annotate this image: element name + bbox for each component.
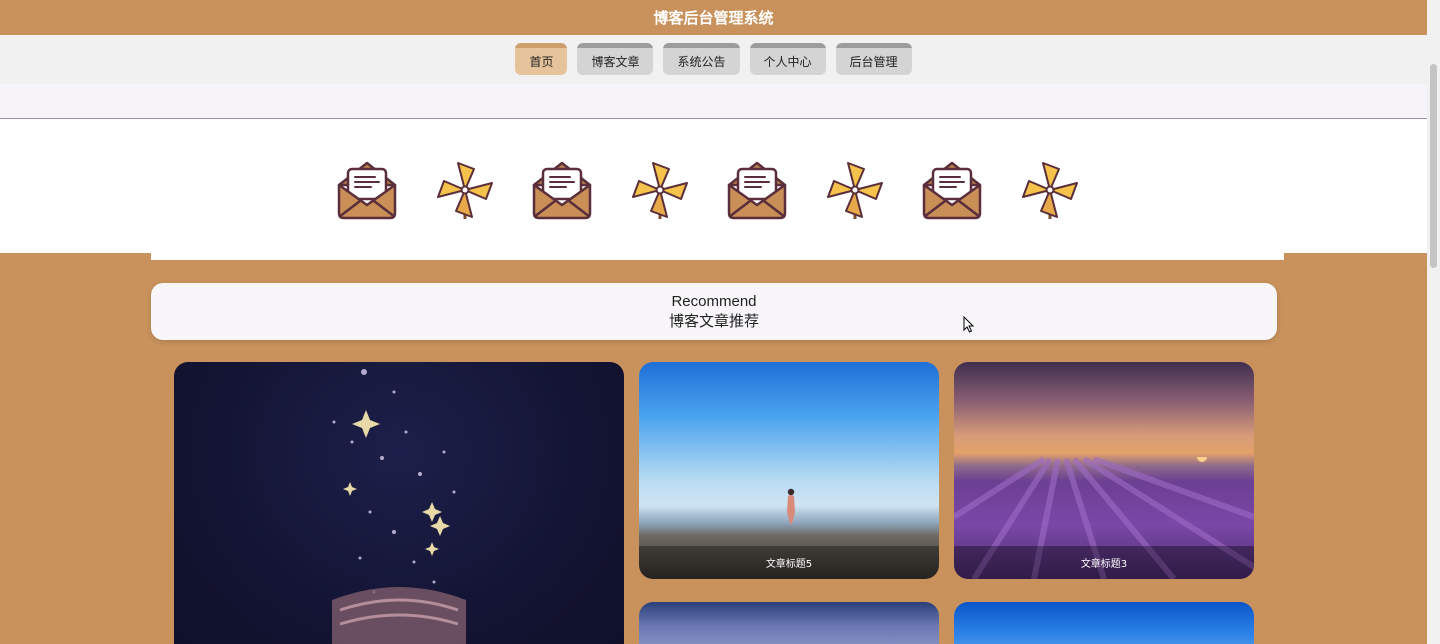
article-card[interactable] bbox=[639, 602, 939, 644]
article-card[interactable]: 文章标题5 bbox=[639, 362, 939, 579]
pinwheel-icon bbox=[826, 162, 883, 219]
envelope-icon bbox=[337, 161, 397, 220]
vertical-scrollbar[interactable] bbox=[1427, 0, 1440, 644]
recommend-title-zh: 博客文章推荐 bbox=[668, 311, 759, 330]
envelope-icon bbox=[727, 161, 787, 220]
nav-blog-articles[interactable]: 博客文章 bbox=[577, 43, 654, 75]
recommend-heading: Recommend 博客文章推荐 bbox=[151, 283, 1277, 340]
article-card[interactable] bbox=[954, 602, 1254, 644]
article-title: 文章标题5 bbox=[639, 546, 939, 579]
nav-announcements[interactable]: 系统公告 bbox=[663, 43, 740, 75]
site-header: 博客后台管理系统 bbox=[0, 0, 1427, 35]
envelope-icon bbox=[922, 161, 982, 220]
nav-personal-center[interactable]: 个人中心 bbox=[749, 43, 826, 75]
article-card[interactable]: 文章标题3 bbox=[954, 362, 1254, 579]
recommend-title-en: Recommend bbox=[671, 292, 757, 310]
site-title: 博客后台管理系统 bbox=[653, 9, 774, 27]
star-jar-image bbox=[332, 369, 466, 644]
mouse-cursor-icon bbox=[963, 316, 975, 333]
main-nav: 首页 博客文章 系统公告 个人中心 后台管理 bbox=[0, 35, 1427, 84]
icon-strip bbox=[0, 119, 1427, 253]
article-card-featured[interactable] bbox=[174, 362, 624, 644]
article-title: 文章标题3 bbox=[954, 546, 1254, 579]
nav-home[interactable]: 首页 bbox=[515, 43, 568, 75]
pinwheel-icon bbox=[436, 162, 493, 219]
divider-band bbox=[0, 84, 1427, 119]
envelope-icon bbox=[532, 161, 592, 220]
pinwheel-icon bbox=[1021, 162, 1078, 219]
nav-admin[interactable]: 后台管理 bbox=[835, 43, 912, 75]
icon-strip-bottom bbox=[151, 253, 1284, 260]
scrollbar-thumb[interactable] bbox=[1430, 64, 1437, 268]
page: 博客后台管理系统 首页 博客文章 系统公告 个人中心 后台管理 Recommen… bbox=[0, 0, 1427, 644]
person-figure bbox=[787, 488, 795, 524]
pinwheel-icon bbox=[631, 162, 688, 219]
